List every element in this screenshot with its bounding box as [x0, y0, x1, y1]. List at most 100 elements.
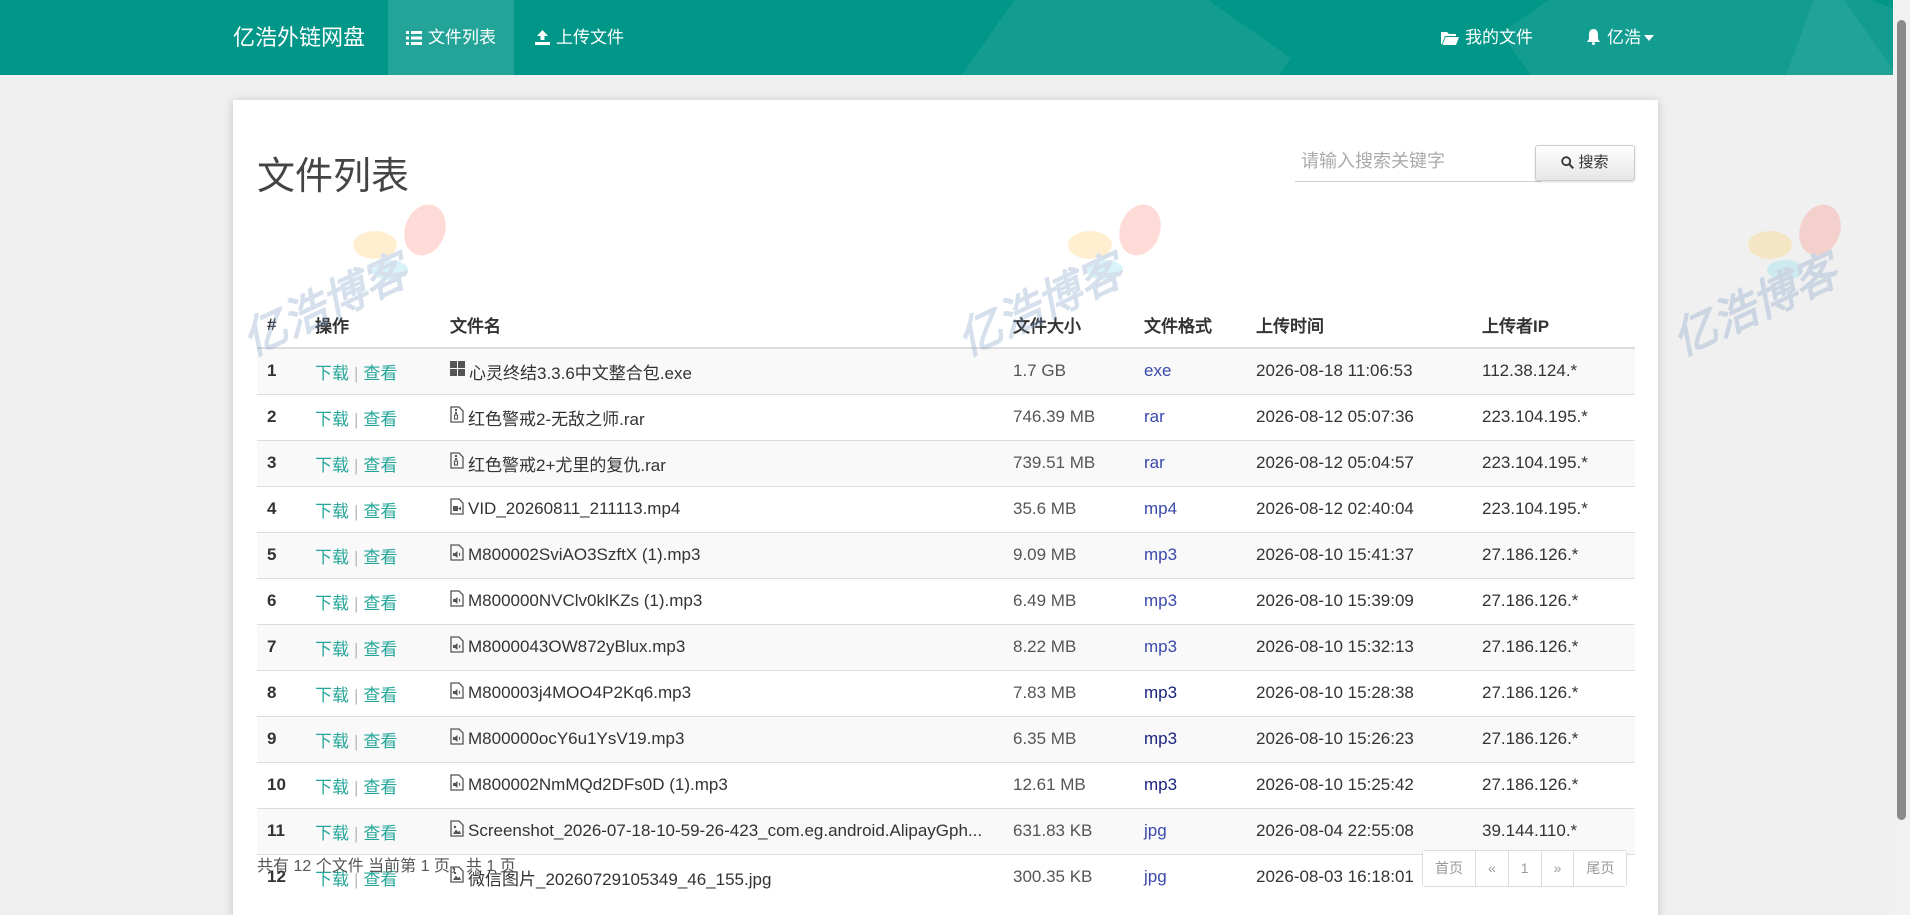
view-link[interactable]: 查看 — [363, 456, 397, 475]
row-actions: 下载 | 查看 — [305, 623, 440, 670]
file-format: mp3 — [1134, 577, 1246, 624]
action-separator: | — [354, 685, 359, 705]
nav-upload[interactable]: 上传文件 — [517, 0, 642, 75]
scrollbar-thumb[interactable] — [1897, 20, 1906, 820]
file-size: 35.6 MB — [1003, 485, 1134, 532]
file-name: M800002NmMQd2DFs0D (1).mp3 — [468, 775, 728, 794]
download-link[interactable]: 下载 — [315, 640, 349, 659]
download-link[interactable]: 下载 — [315, 502, 349, 521]
nav-user-menu[interactable]: 亿浩 — [1568, 0, 1678, 75]
file-format: mp3 — [1134, 715, 1246, 762]
action-separator: | — [354, 731, 359, 751]
view-link[interactable]: 查看 — [363, 502, 397, 521]
nav-user-label: 亿浩 — [1607, 28, 1641, 47]
download-link[interactable]: 下载 — [315, 594, 349, 613]
nav-upload-label: 上传文件 — [556, 28, 624, 47]
row-filename: M8000043OW872yBlux.mp3 — [440, 623, 1003, 670]
table-row: 4 下载 | 查看 VID_20260811_211113.mp4 35.6 MB mp4 2… — [257, 485, 1635, 532]
row-actions: 下载 | 查看 — [305, 531, 440, 578]
upload-time: 2026-08-10 15:32:13 — [1246, 623, 1472, 670]
file-name: M800000ocY6u1YsV19.mp3 — [468, 729, 685, 748]
row-number: 6 — [257, 577, 305, 624]
uploader-ip: 223.104.195.* — [1472, 485, 1635, 532]
file-name: VID_20260811_211113.mp4 — [468, 499, 681, 518]
download-link[interactable]: 下载 — [315, 686, 349, 705]
action-separator: | — [354, 823, 359, 843]
row-filename: VID_20260811_211113.mp4 — [440, 485, 1003, 532]
list-icon — [406, 31, 422, 45]
pager-last[interactable]: 尾页 — [1573, 851, 1627, 886]
file-format: mp3 — [1134, 623, 1246, 670]
download-link[interactable]: 下载 — [315, 824, 349, 843]
table-row: 3 下载 | 查看 红色警戒2+尤里的复仇.rar 739.51 MB rar 2026-08… — [257, 439, 1635, 486]
view-link[interactable]: 查看 — [363, 778, 397, 797]
uploader-ip: 223.104.195.* — [1472, 439, 1635, 486]
download-link[interactable]: 下载 — [315, 778, 349, 797]
view-link[interactable]: 查看 — [363, 640, 397, 659]
search-button-label: 搜索 — [1578, 154, 1609, 171]
brand-link[interactable]: 亿浩外链网盘 — [233, 0, 365, 75]
view-link[interactable]: 查看 — [363, 594, 397, 613]
caret-down-icon — [1644, 35, 1654, 41]
row-filename: 红色警戒2-无敌之师.rar — [440, 393, 1003, 440]
row-number: 5 — [257, 531, 305, 578]
download-link[interactable]: 下载 — [315, 410, 349, 429]
file-summary: 共有 12 个文件 当前第 1 页，共 1 页 — [257, 858, 516, 875]
search-button[interactable]: 搜索 — [1535, 145, 1635, 181]
download-link[interactable]: 下载 — [315, 732, 349, 751]
nav-file-list[interactable]: 文件列表 — [388, 0, 514, 75]
video-file-icon — [450, 498, 464, 520]
file-format: mp3 — [1134, 669, 1246, 716]
row-filename: M800002SviAO3SzftX (1).mp3 — [440, 531, 1003, 578]
download-link[interactable]: 下载 — [315, 548, 349, 567]
watermark-logo: 亿浩博客 — [1645, 200, 1890, 420]
table-row: 1 下载 | 查看 心灵终结3.3.6中文整合包.exe 1.7 GB exe 2026-08… — [257, 347, 1635, 394]
table-row: 8 下载 | 查看 M800003j4MOO4P2Kq6.mp3 7.83 MB mp3 20… — [257, 669, 1635, 716]
action-separator: | — [354, 547, 359, 567]
pager-prev[interactable]: « — [1475, 851, 1508, 886]
file-format: rar — [1134, 439, 1246, 486]
uploader-ip: 39.144.110.* — [1472, 807, 1635, 854]
action-separator: | — [354, 639, 359, 659]
col-num: # — [257, 302, 305, 349]
action-separator: | — [354, 777, 359, 797]
file-size: 9.09 MB — [1003, 531, 1134, 578]
file-size: 12.61 MB — [1003, 761, 1134, 808]
col-name: 文件名 — [440, 302, 1003, 349]
file-size: 7.83 MB — [1003, 669, 1134, 716]
upload-time: 2026-08-10 15:41:37 — [1246, 531, 1472, 578]
row-actions: 下载 | 查看 — [305, 485, 440, 532]
row-number: 2 — [257, 393, 305, 440]
watermark-petals-icon — [1748, 204, 1841, 280]
table-row: 7 下载 | 查看 M8000043OW872yBlux.mp3 8.22 MB mp3 20… — [257, 623, 1635, 670]
nav-my-files-label: 我的文件 — [1465, 28, 1533, 47]
view-link[interactable]: 查看 — [363, 686, 397, 705]
row-actions: 下载 | 查看 — [305, 577, 440, 624]
pager-first[interactable]: 首页 — [1423, 851, 1475, 886]
view-link[interactable]: 查看 — [363, 824, 397, 843]
uploader-ip: 27.186.126.* — [1472, 761, 1635, 808]
page-scrollbar[interactable] — [1893, 0, 1910, 915]
pager-page-1[interactable]: 1 — [1507, 851, 1541, 886]
view-link[interactable]: 查看 — [363, 732, 397, 751]
nav-my-files[interactable]: 我的文件 — [1423, 0, 1551, 75]
file-format: mp3 — [1134, 531, 1246, 578]
search-input[interactable] — [1295, 142, 1541, 182]
action-separator: | — [354, 501, 359, 521]
view-link[interactable]: 查看 — [363, 364, 397, 383]
row-filename: M800000NVClv0klKZs (1).mp3 — [440, 577, 1003, 624]
pager-next[interactable]: » — [1540, 851, 1574, 886]
row-filename: Screenshot_2026-07-18-10-59-26-423_com.e… — [440, 807, 1003, 854]
file-format: jpg — [1134, 807, 1246, 854]
view-link[interactable]: 查看 — [363, 548, 397, 567]
upload-time: 2026-08-10 15:26:23 — [1246, 715, 1472, 762]
action-separator: | — [354, 455, 359, 475]
view-link[interactable]: 查看 — [363, 410, 397, 429]
row-actions: 下载 | 查看 — [305, 347, 440, 394]
download-link[interactable]: 下载 — [315, 364, 349, 383]
search-icon — [1561, 156, 1575, 170]
download-link[interactable]: 下载 — [315, 456, 349, 475]
upload-time: 2026-08-10 15:28:38 — [1246, 669, 1472, 716]
file-size: 6.35 MB — [1003, 715, 1134, 762]
table-header-row: # 操作 文件名 文件大小 文件格式 上传时间 上传者IP — [257, 302, 1635, 349]
